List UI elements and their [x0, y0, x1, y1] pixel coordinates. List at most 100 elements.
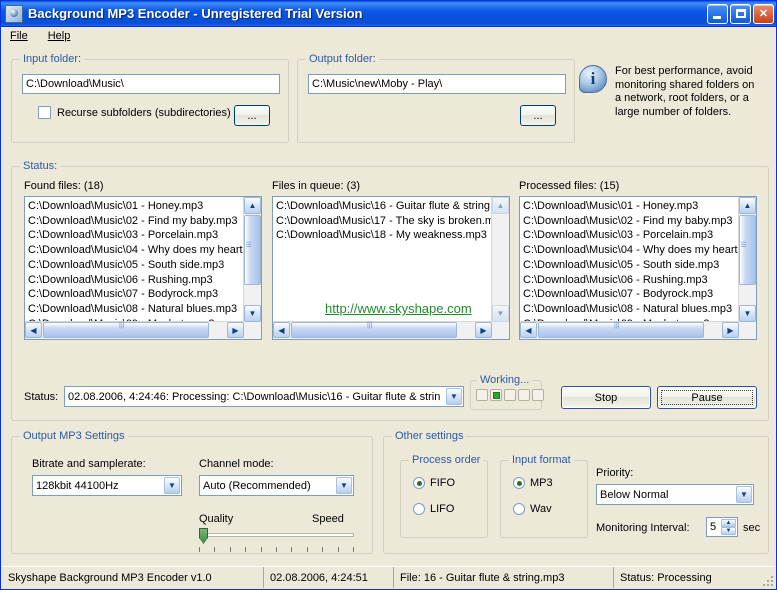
- scroll-left-icon[interactable]: ◀: [273, 322, 290, 338]
- scroll-thumb-grip: |||: [119, 322, 125, 329]
- radio-lifo-button[interactable]: [413, 503, 425, 515]
- radio-mp3[interactable]: MP3: [513, 477, 553, 489]
- statusbar-file: File: 16 - Guitar flute & string.mp3: [394, 567, 614, 588]
- input-folder-input[interactable]: C:\Download\Music\: [22, 74, 280, 94]
- spinner-down-icon[interactable]: ▼: [721, 527, 736, 535]
- list-item[interactable]: C:\Download\Music\03 - Porcelain.mp3: [523, 228, 739, 243]
- recurse-subfolders-row[interactable]: Recurse subfolders (subdirectories): [38, 106, 231, 119]
- close-icon[interactable]: ✕: [753, 3, 774, 24]
- radio-fifo[interactable]: FIFO: [413, 477, 455, 489]
- slider-track[interactable]: [199, 533, 354, 537]
- list-item[interactable]: C:\Download\Music\08 - Natural blues.mp3: [523, 302, 739, 317]
- scroll-thumb[interactable]: |||: [538, 322, 704, 338]
- channel-mode-label: Channel mode:: [199, 458, 274, 470]
- queue-files-horizontal-scrollbar[interactable]: ◀ ||| ▶: [273, 321, 492, 339]
- output-folder-input[interactable]: C:\Music\new\Moby - Play\: [308, 74, 566, 94]
- status-line-label: Status:: [24, 391, 59, 403]
- list-item[interactable]: C:\Download\Music\05 - South side.mp3: [523, 258, 739, 273]
- radio-fifo-button[interactable]: [413, 477, 425, 489]
- list-item[interactable]: C:\Download\Music\05 - South side.mp3: [28, 258, 244, 273]
- scroll-right-icon[interactable]: ▶: [722, 322, 739, 338]
- monitoring-interval-spinner[interactable]: 5 ▲ ▼: [706, 517, 738, 537]
- list-item[interactable]: C:\Download\Music\02 - Find my baby.mp3: [28, 214, 244, 229]
- list-item[interactable]: C:\Download\Music\16 - Guitar flute & st…: [276, 199, 492, 214]
- quality-speed-slider[interactable]: [199, 527, 354, 553]
- scroll-down-icon[interactable]: ▼: [244, 305, 261, 322]
- pause-button[interactable]: Pause: [657, 386, 757, 409]
- list-item[interactable]: C:\Download\Music\06 - Rushing.mp3: [28, 273, 244, 288]
- spinner-up-icon[interactable]: ▲: [721, 519, 736, 527]
- scroll-left-icon[interactable]: ◀: [25, 322, 42, 338]
- chevron-down-icon[interactable]: ▼: [164, 477, 180, 494]
- list-item[interactable]: C:\Download\Music\03 - Porcelain.mp3: [28, 228, 244, 243]
- monitoring-interval-label: Monitoring Interval:: [596, 522, 690, 534]
- priority-value: Below Normal: [600, 488, 669, 501]
- info-icon: [579, 65, 607, 93]
- scroll-thumb-grip: ☰: [740, 242, 747, 249]
- status-group: Status: Found files: (18) C:\Download\Mu…: [11, 160, 769, 421]
- statusbar-state: Status: Processing: [620, 571, 712, 584]
- found-files-horizontal-scrollbar[interactable]: ◀ ||| ▶: [25, 321, 244, 339]
- statusbar-app-name: Skyshape Background MP3 Encoder v1.0: [2, 567, 264, 588]
- monitoring-interval-value[interactable]: 5: [707, 521, 721, 533]
- radio-wav[interactable]: Wav: [513, 503, 552, 515]
- found-files-vertical-scrollbar[interactable]: ▲ ☰ ▼: [243, 197, 261, 322]
- resize-grip-icon[interactable]: [759, 572, 773, 586]
- scroll-down-icon[interactable]: ▼: [492, 305, 509, 322]
- list-item[interactable]: C:\Download\Music\02 - Find my baby.mp3: [523, 214, 739, 229]
- found-files-listbox[interactable]: C:\Download\Music\01 - Honey.mp3 C:\Down…: [24, 196, 262, 340]
- list-item[interactable]: C:\Download\Music\04 - Why does my heart: [523, 243, 739, 258]
- spinner-updown[interactable]: ▲ ▼: [721, 519, 736, 535]
- scroll-right-icon[interactable]: ▶: [475, 322, 492, 338]
- scroll-up-icon[interactable]: ▲: [244, 197, 261, 214]
- channel-mode-combobox[interactable]: Auto (Recommended) ▼: [199, 475, 354, 496]
- list-item[interactable]: C:\Download\Music\01 - Honey.mp3: [523, 199, 739, 214]
- scroll-thumb[interactable]: ☰: [244, 215, 261, 285]
- priority-label: Priority:: [596, 467, 634, 479]
- scroll-right-icon[interactable]: ▶: [227, 322, 244, 338]
- process-order-title: Process order: [409, 454, 484, 466]
- menu-help[interactable]: Help: [45, 29, 74, 43]
- processed-files-listbox[interactable]: C:\Download\Music\01 - Honey.mp3 C:\Down…: [519, 196, 757, 340]
- chevron-down-icon[interactable]: ▼: [446, 388, 462, 405]
- scroll-up-icon[interactable]: ▲: [492, 197, 509, 214]
- list-item[interactable]: C:\Download\Music\07 - Bodyrock.mp3: [523, 287, 739, 302]
- queue-files-vertical-scrollbar[interactable]: ▲ ▼: [491, 197, 509, 322]
- menu-file[interactable]: File: [7, 29, 31, 43]
- processed-files-vertical-scrollbar[interactable]: ▲ ☰ ▼: [738, 197, 756, 322]
- input-folder-browse-button[interactable]: ...: [234, 105, 270, 126]
- input-folder-group: Input folder: C:\Download\Music\ Recurse…: [11, 53, 289, 143]
- list-item[interactable]: C:\Download\Music\04 - Why does my heart: [28, 243, 244, 258]
- bitrate-combobox[interactable]: 128kbit 44100Hz ▼: [32, 475, 182, 496]
- radio-lifo[interactable]: LIFO: [413, 503, 454, 515]
- maximize-button[interactable]: [730, 3, 751, 24]
- scroll-thumb[interactable]: |||: [43, 322, 209, 338]
- scroll-thumb[interactable]: |||: [291, 322, 457, 338]
- chevron-down-icon[interactable]: ▼: [336, 477, 352, 494]
- stop-button[interactable]: Stop: [561, 386, 651, 409]
- list-item[interactable]: C:\Download\Music\17 - The sky is broken…: [276, 214, 492, 229]
- list-item[interactable]: C:\Download\Music\06 - Rushing.mp3: [523, 273, 739, 288]
- processed-files-horizontal-scrollbar[interactable]: ◀ ||| ▶: [520, 321, 739, 339]
- list-item[interactable]: C:\Download\Music\18 - My weakness.mp3: [276, 228, 492, 243]
- list-item[interactable]: C:\Download\Music\07 - Bodyrock.mp3: [28, 287, 244, 302]
- radio-wav-button[interactable]: [513, 503, 525, 515]
- radio-mp3-button[interactable]: [513, 477, 525, 489]
- list-item[interactable]: C:\Download\Music\08 - Natural blues.mp3: [28, 302, 244, 317]
- scroll-thumb[interactable]: ☰: [739, 215, 756, 285]
- slider-thumb[interactable]: [199, 528, 208, 544]
- priority-combobox[interactable]: Below Normal ▼: [596, 484, 754, 505]
- channel-mode-value: Auto (Recommended): [203, 479, 311, 492]
- scroll-up-icon[interactable]: ▲: [739, 197, 756, 214]
- list-item[interactable]: C:\Download\Music\01 - Honey.mp3: [28, 199, 244, 214]
- recurse-subfolders-checkbox[interactable]: [38, 106, 51, 119]
- output-folder-browse-button[interactable]: ...: [520, 105, 556, 126]
- skyshape-watermark-link[interactable]: http://www.skyshape.com: [325, 301, 472, 316]
- scroll-down-icon[interactable]: ▼: [739, 305, 756, 322]
- minimize-button[interactable]: [707, 3, 728, 24]
- queue-files-listbox[interactable]: C:\Download\Music\16 - Guitar flute & st…: [272, 196, 510, 340]
- status-line-combobox[interactable]: 02.08.2006, 4:24:46: Processing: C:\Down…: [64, 386, 464, 407]
- scroll-left-icon[interactable]: ◀: [520, 322, 537, 338]
- chevron-down-icon[interactable]: ▼: [736, 486, 752, 503]
- statusbar-time: 02.08.2006, 4:24:51: [264, 567, 394, 588]
